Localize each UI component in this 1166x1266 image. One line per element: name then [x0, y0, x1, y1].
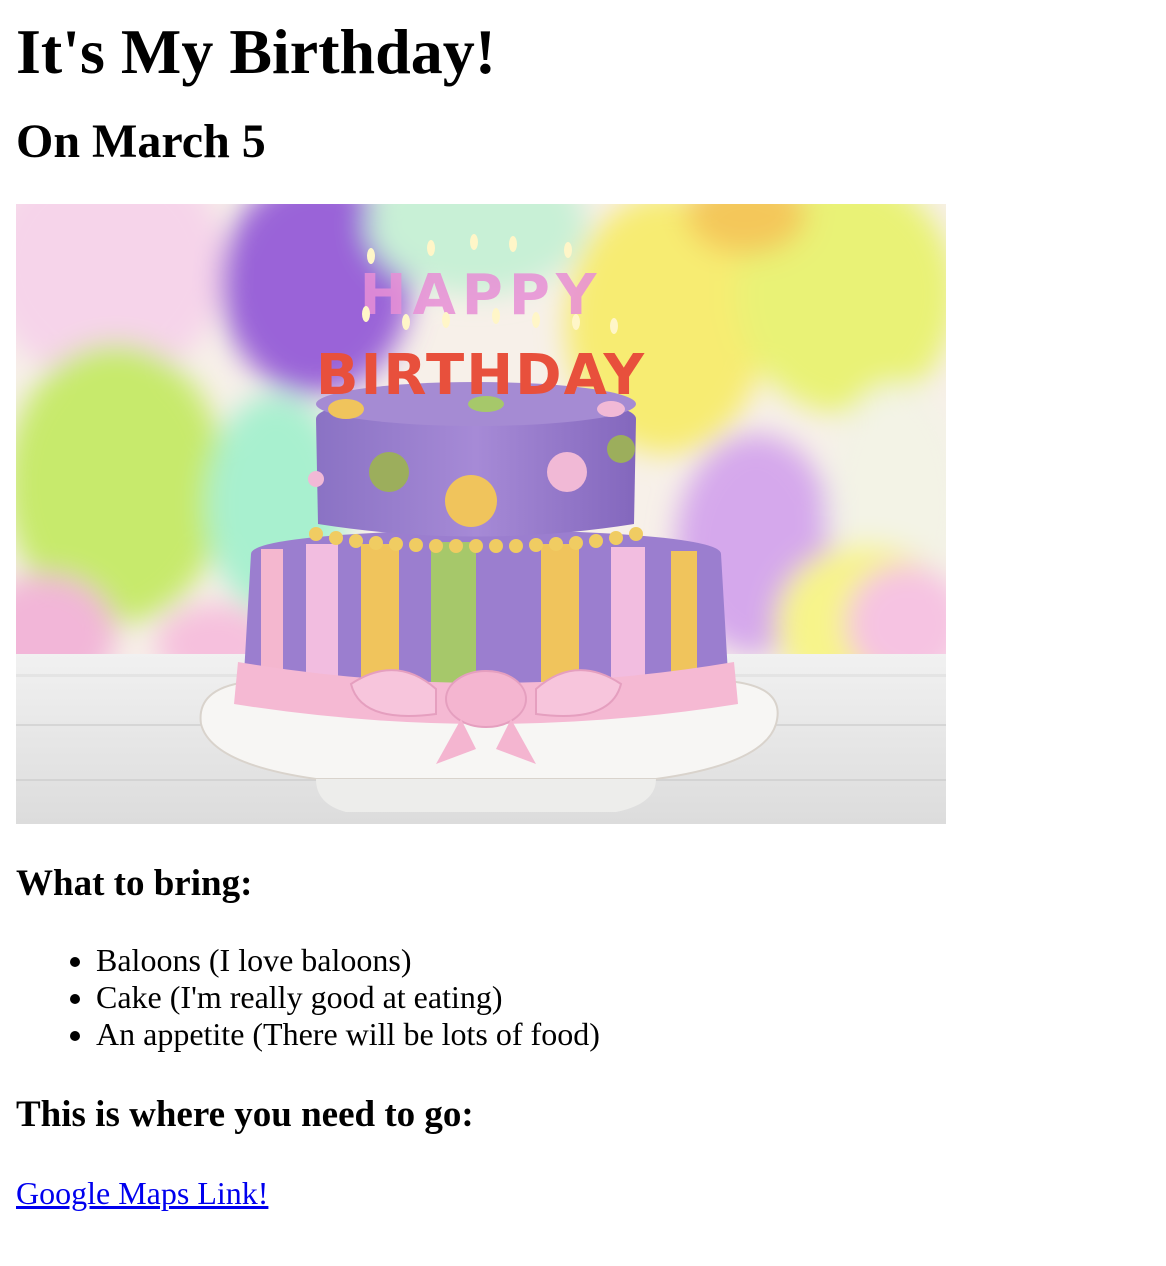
- list-item: Cake (I'm really good at eating): [96, 979, 1150, 1016]
- page-title: It's My Birthday!: [16, 16, 496, 87]
- page-subtitle: On March 5: [16, 115, 266, 168]
- birthday-cake-image: HAPPY BIRTHDAY: [16, 204, 946, 824]
- page-content: It's My Birthday! On March 5 HAPPY BIRTH…: [0, 0, 1166, 1212]
- cake-candle-letters-bottom: BIRTHDAY: [316, 343, 646, 408]
- bring-list: Baloons (I love baloons) Cake (I'm reall…: [16, 942, 1150, 1053]
- list-item: An appetite (There will be lots of food): [96, 1016, 1150, 1053]
- what-to-bring-heading: What to bring:: [16, 863, 253, 904]
- google-maps-link[interactable]: Google Maps Link!: [16, 1175, 268, 1212]
- cake-candle-letters-top: HAPPY: [360, 263, 603, 328]
- list-item: Baloons (I love baloons): [96, 942, 1150, 979]
- directions-heading: This is where you need to go:: [16, 1094, 474, 1135]
